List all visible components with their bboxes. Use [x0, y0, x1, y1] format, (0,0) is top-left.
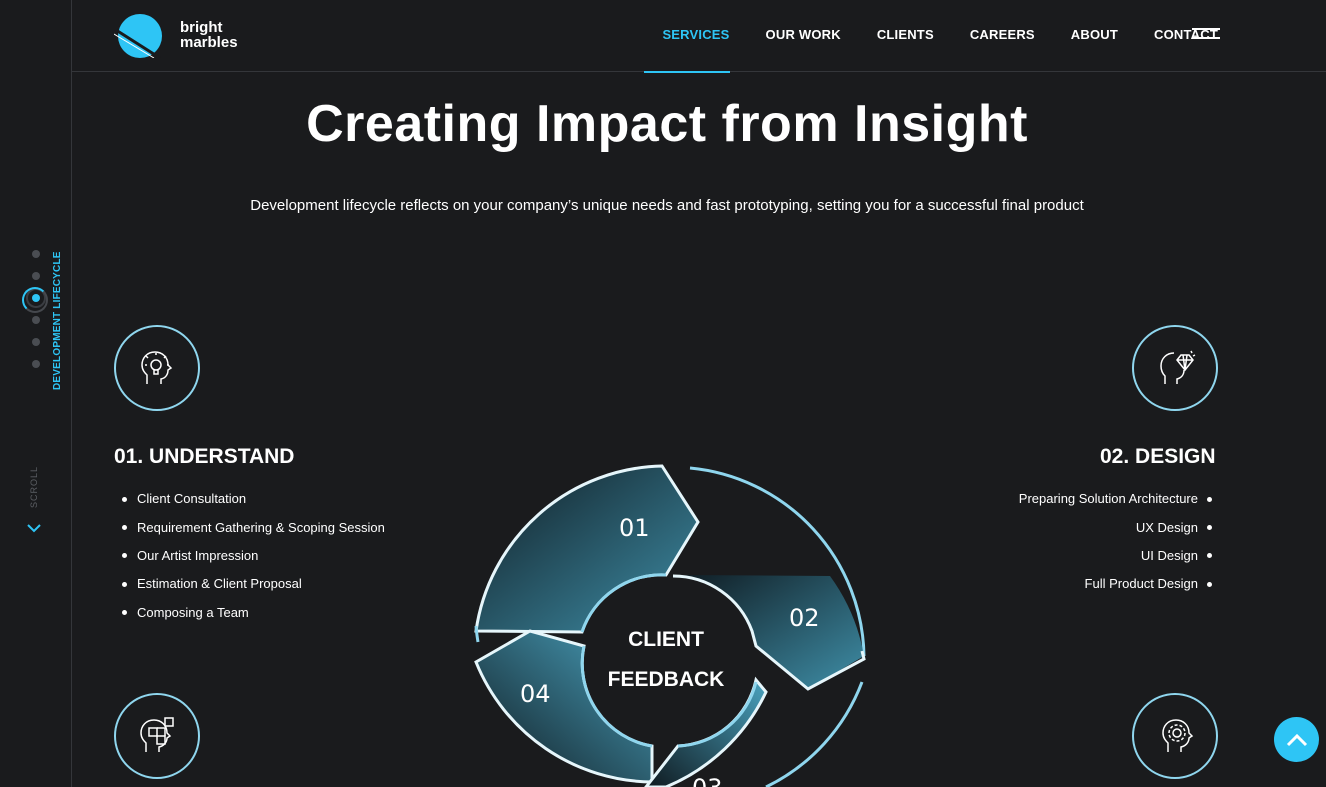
main-nav: SERVICES OUR WORK CLIENTS CAREERS ABOUT … — [626, 0, 1218, 73]
nav-services[interactable]: SERVICES — [644, 0, 730, 73]
nav-clients[interactable]: CLIENTS — [877, 0, 934, 72]
section-dot[interactable] — [32, 360, 40, 368]
logo-line2: marbles — [180, 34, 238, 51]
list-item: Our Artist Impression — [114, 542, 385, 570]
section-dot[interactable] — [32, 316, 40, 324]
cycle-segment-01[interactable] — [474, 464, 700, 634]
phase-title-understand: 01. UNDERSTAND — [114, 445, 295, 468]
head-puzzle-icon — [114, 693, 200, 779]
list-item: Requirement Gathering & Scoping Session — [114, 513, 385, 541]
chevron-up-icon — [1286, 733, 1307, 746]
list-item: UX Design — [938, 513, 1212, 541]
section-dot[interactable] — [32, 272, 40, 280]
page-title: Creating Impact from Insight — [306, 95, 1028, 153]
chevron-down-icon[interactable] — [27, 520, 41, 538]
segment-label-02: 02 — [789, 604, 820, 632]
logo-text: bright marbles — [180, 20, 238, 50]
center-label-line1: CLIENT — [628, 628, 704, 651]
list-item: Full Product Design — [938, 570, 1212, 598]
list-item: Client Consultation — [114, 485, 385, 513]
segment-label-01: 01 — [619, 514, 650, 542]
understand-list: Client Consultation Requirement Gatherin… — [114, 485, 385, 627]
marble-logo-icon — [114, 14, 162, 58]
hamburger-icon[interactable] — [1192, 28, 1220, 42]
scroll-label: SCROLL — [29, 465, 39, 508]
center-label-line2: FEEDBACK — [608, 668, 725, 691]
design-list: Preparing Solution Architecture UX Desig… — [938, 485, 1212, 599]
segment-label-03: 03 — [692, 774, 723, 787]
logo[interactable]: bright marbles — [114, 12, 254, 60]
page-subtitle: Development lifecycle reflects on your c… — [250, 197, 1084, 214]
phase-title-design: 02. DESIGN — [1100, 445, 1216, 468]
active-section-ring — [22, 287, 48, 313]
nav-about[interactable]: ABOUT — [1071, 0, 1118, 72]
logo-line1: bright — [180, 19, 223, 36]
section-dot[interactable] — [32, 338, 40, 346]
list-item: Preparing Solution Architecture — [938, 485, 1212, 513]
section-dots — [29, 250, 43, 382]
nav-our-work[interactable]: OUR WORK — [766, 0, 841, 72]
list-item: Composing a Team — [114, 599, 385, 627]
segment-label-04: 04 — [520, 680, 551, 708]
side-rail: DEVELOPMENT LIFECYCLE SCROLL — [0, 0, 72, 787]
head-diamond-icon — [1132, 325, 1218, 411]
back-to-top-button[interactable] — [1274, 717, 1319, 762]
nav-careers[interactable]: CAREERS — [970, 0, 1035, 72]
list-item: UI Design — [938, 542, 1212, 570]
section-dot[interactable] — [32, 250, 40, 258]
head-gear-icon — [1132, 693, 1218, 779]
cycle-segment-04[interactable] — [474, 629, 654, 784]
lifecycle-diagram: 01 02 04 03 CLIENT FEEDBACK — [474, 464, 866, 787]
list-item: Estimation & Client Proposal — [114, 570, 385, 598]
site-header: bright marbles SERVICES OUR WORK CLIENTS… — [72, 0, 1326, 73]
section-label: DEVELOPMENT LIFECYCLE — [52, 251, 63, 390]
cycle-segment-03[interactable] — [644, 676, 768, 787]
head-lightbulb-icon — [114, 325, 200, 411]
